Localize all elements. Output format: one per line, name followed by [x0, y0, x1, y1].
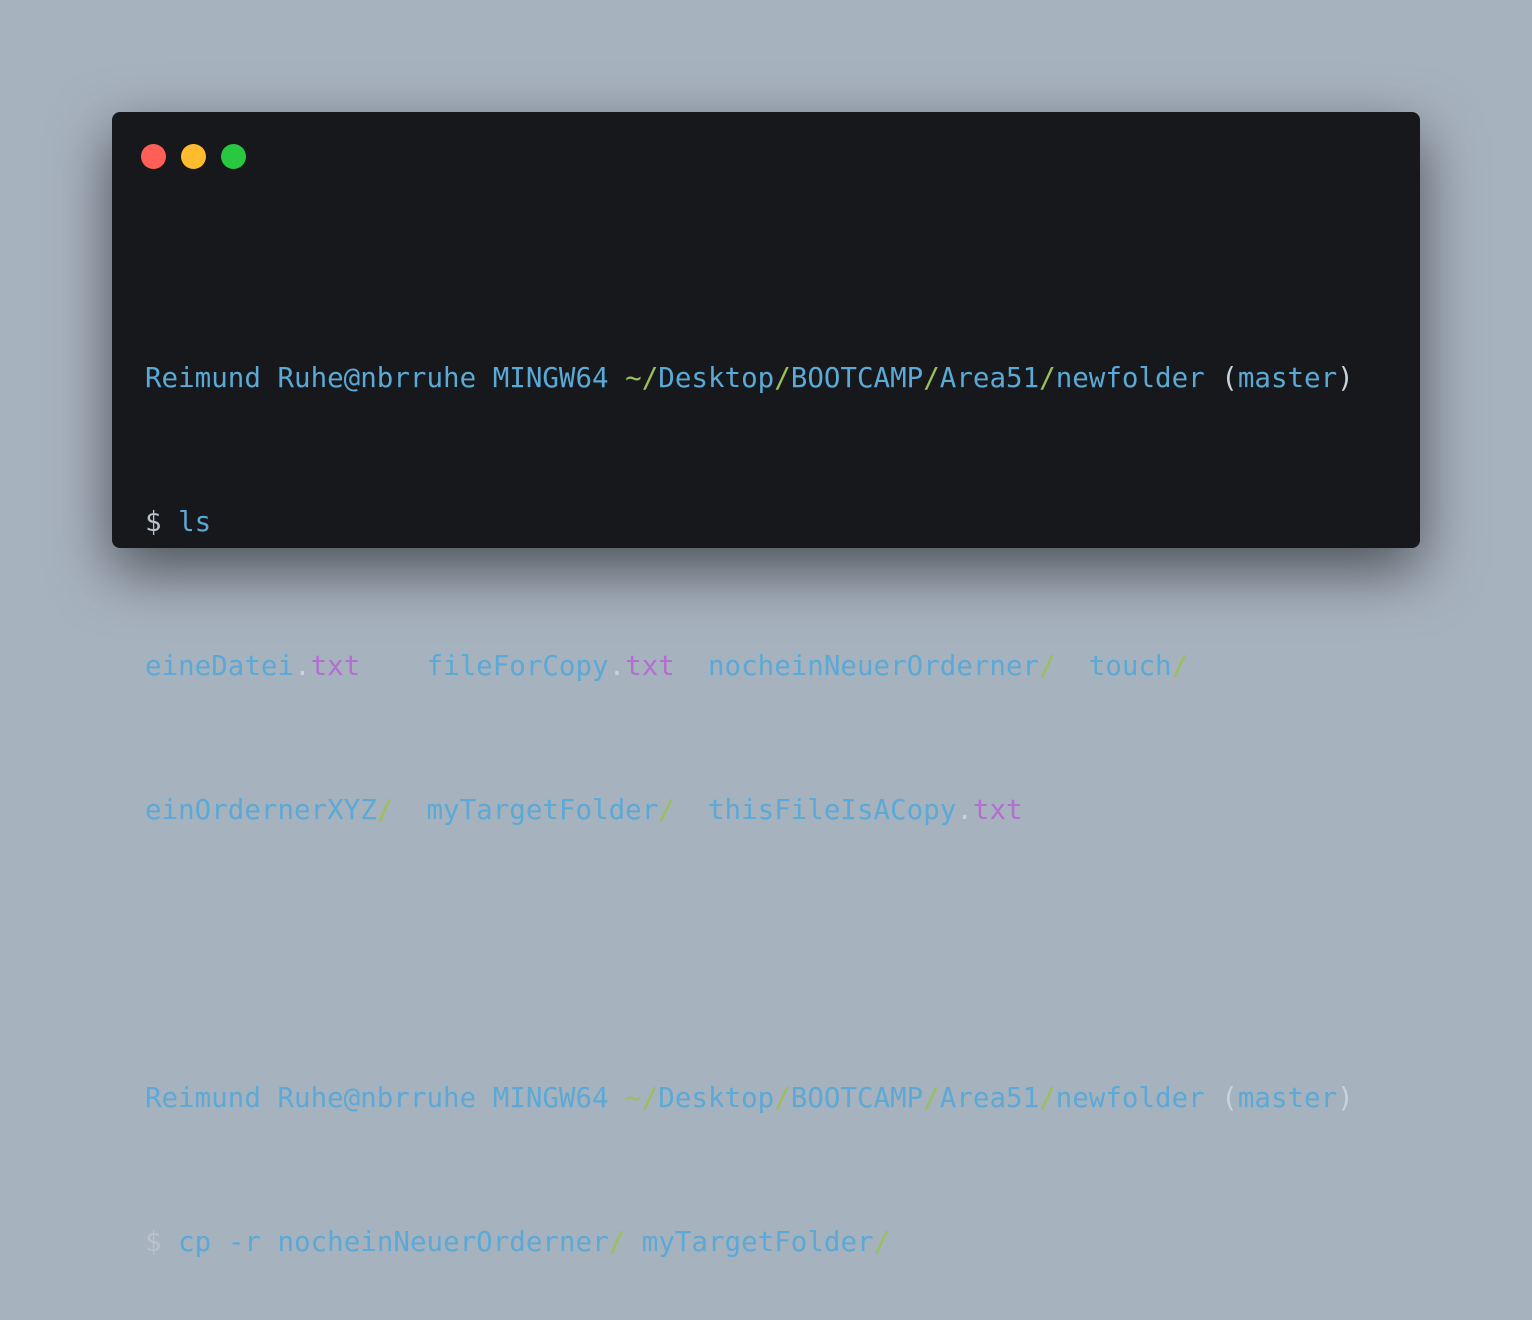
command-destination: myTargetFolder — [641, 1226, 874, 1258]
path-separator: / — [641, 362, 659, 394]
branch-paren: ) — [1337, 1082, 1354, 1114]
file-extension: txt — [310, 650, 361, 682]
listing-row: eineDatei.txt fileForCopy.txt nocheinNeu… — [145, 648, 1354, 684]
prompt-shell: MINGW64 — [492, 1082, 609, 1114]
column-gap — [675, 794, 708, 826]
folder-slash: / — [376, 794, 394, 826]
prompt-user: Reimund Ruhe@nbrruhe — [145, 1082, 477, 1114]
command-source: nocheinNeuerOrderner — [277, 1226, 609, 1258]
folder-slash: / — [1039, 650, 1056, 682]
file-extension: txt — [625, 650, 675, 682]
folder-name: myTargetFolder — [426, 794, 659, 826]
branch-paren: ( — [1221, 362, 1238, 394]
minimize-dot-icon[interactable] — [181, 144, 206, 169]
maximize-dot-icon[interactable] — [221, 144, 246, 169]
git-branch: master — [1237, 362, 1338, 394]
folder-name: touch — [1088, 650, 1172, 682]
path-separator: / — [923, 1082, 940, 1114]
path-separator: / — [1039, 362, 1056, 394]
prompt-tilde: ~ — [625, 1082, 642, 1114]
command-name: cp — [178, 1226, 212, 1258]
column-gap — [393, 794, 426, 826]
column-gap — [675, 650, 708, 682]
file-extension: txt — [972, 794, 1023, 826]
prompt-line: Reimund Ruhe@nbrruhe MINGW64 ~/Desktop/B… — [145, 360, 1354, 396]
path-separator: / — [1039, 1082, 1056, 1114]
prompt-symbol: $ — [145, 506, 162, 538]
command-flag: -r — [227, 1226, 261, 1258]
command-line: $ cp -r nocheinNeuerOrderner/ myTargetFo… — [145, 1224, 1354, 1260]
folder-slash: / — [608, 1226, 626, 1258]
close-dot-icon[interactable] — [141, 144, 166, 169]
path-segment: BOOTCAMP — [790, 362, 924, 394]
prompt-shell: MINGW64 — [492, 362, 609, 394]
prompt-tilde: ~ — [625, 362, 642, 394]
file-name: fileForCopy — [426, 650, 609, 682]
folder-name: nocheinNeuerOrderner — [707, 650, 1040, 682]
command-line: $ ls — [145, 504, 1354, 540]
path-segment: newfolder — [1055, 362, 1205, 394]
folder-slash: / — [658, 794, 675, 826]
path-segment: Desktop — [658, 1082, 775, 1114]
prompt-symbol: $ — [145, 1226, 162, 1258]
file-name: thisFileIsACopy — [707, 794, 957, 826]
listing-row: einOrdernerXYZ/ myTargetFolder/ thisFile… — [145, 792, 1354, 828]
column-gap — [360, 650, 426, 682]
file-dot: . — [608, 650, 626, 682]
prompt-line: Reimund Ruhe@nbrruhe MINGW64 ~/Desktop/B… — [145, 1080, 1354, 1116]
file-name: eineDatei — [145, 650, 295, 682]
folder-name: einOrdernerXYZ — [145, 794, 377, 826]
path-separator: / — [641, 1082, 659, 1114]
path-separator: / — [923, 362, 940, 394]
terminal-window: Reimund Ruhe@nbrruhe MINGW64 ~/Desktop/B… — [112, 112, 1420, 1258]
path-segment: BOOTCAMP — [790, 1082, 924, 1114]
file-dot: . — [294, 650, 311, 682]
command-text: ls — [178, 506, 212, 538]
path-segment: Desktop — [658, 362, 775, 394]
column-gap — [1056, 650, 1089, 682]
path-segment: Area51 — [939, 362, 1040, 394]
file-dot: . — [956, 794, 973, 826]
branch-paren: ( — [1221, 1082, 1238, 1114]
git-branch: master — [1237, 1082, 1338, 1114]
path-separator: / — [774, 362, 791, 394]
branch-paren: ) — [1337, 362, 1354, 394]
folder-slash: / — [1171, 650, 1189, 682]
folder-slash: / — [873, 1226, 891, 1258]
path-separator: / — [774, 1082, 791, 1114]
path-segment: Area51 — [939, 1082, 1040, 1114]
terminal-output[interactable]: Reimund Ruhe@nbrruhe MINGW64 ~/Desktop/B… — [145, 252, 1354, 1320]
path-segment: newfolder — [1055, 1082, 1205, 1114]
prompt-user: Reimund Ruhe@nbrruhe — [145, 362, 477, 394]
